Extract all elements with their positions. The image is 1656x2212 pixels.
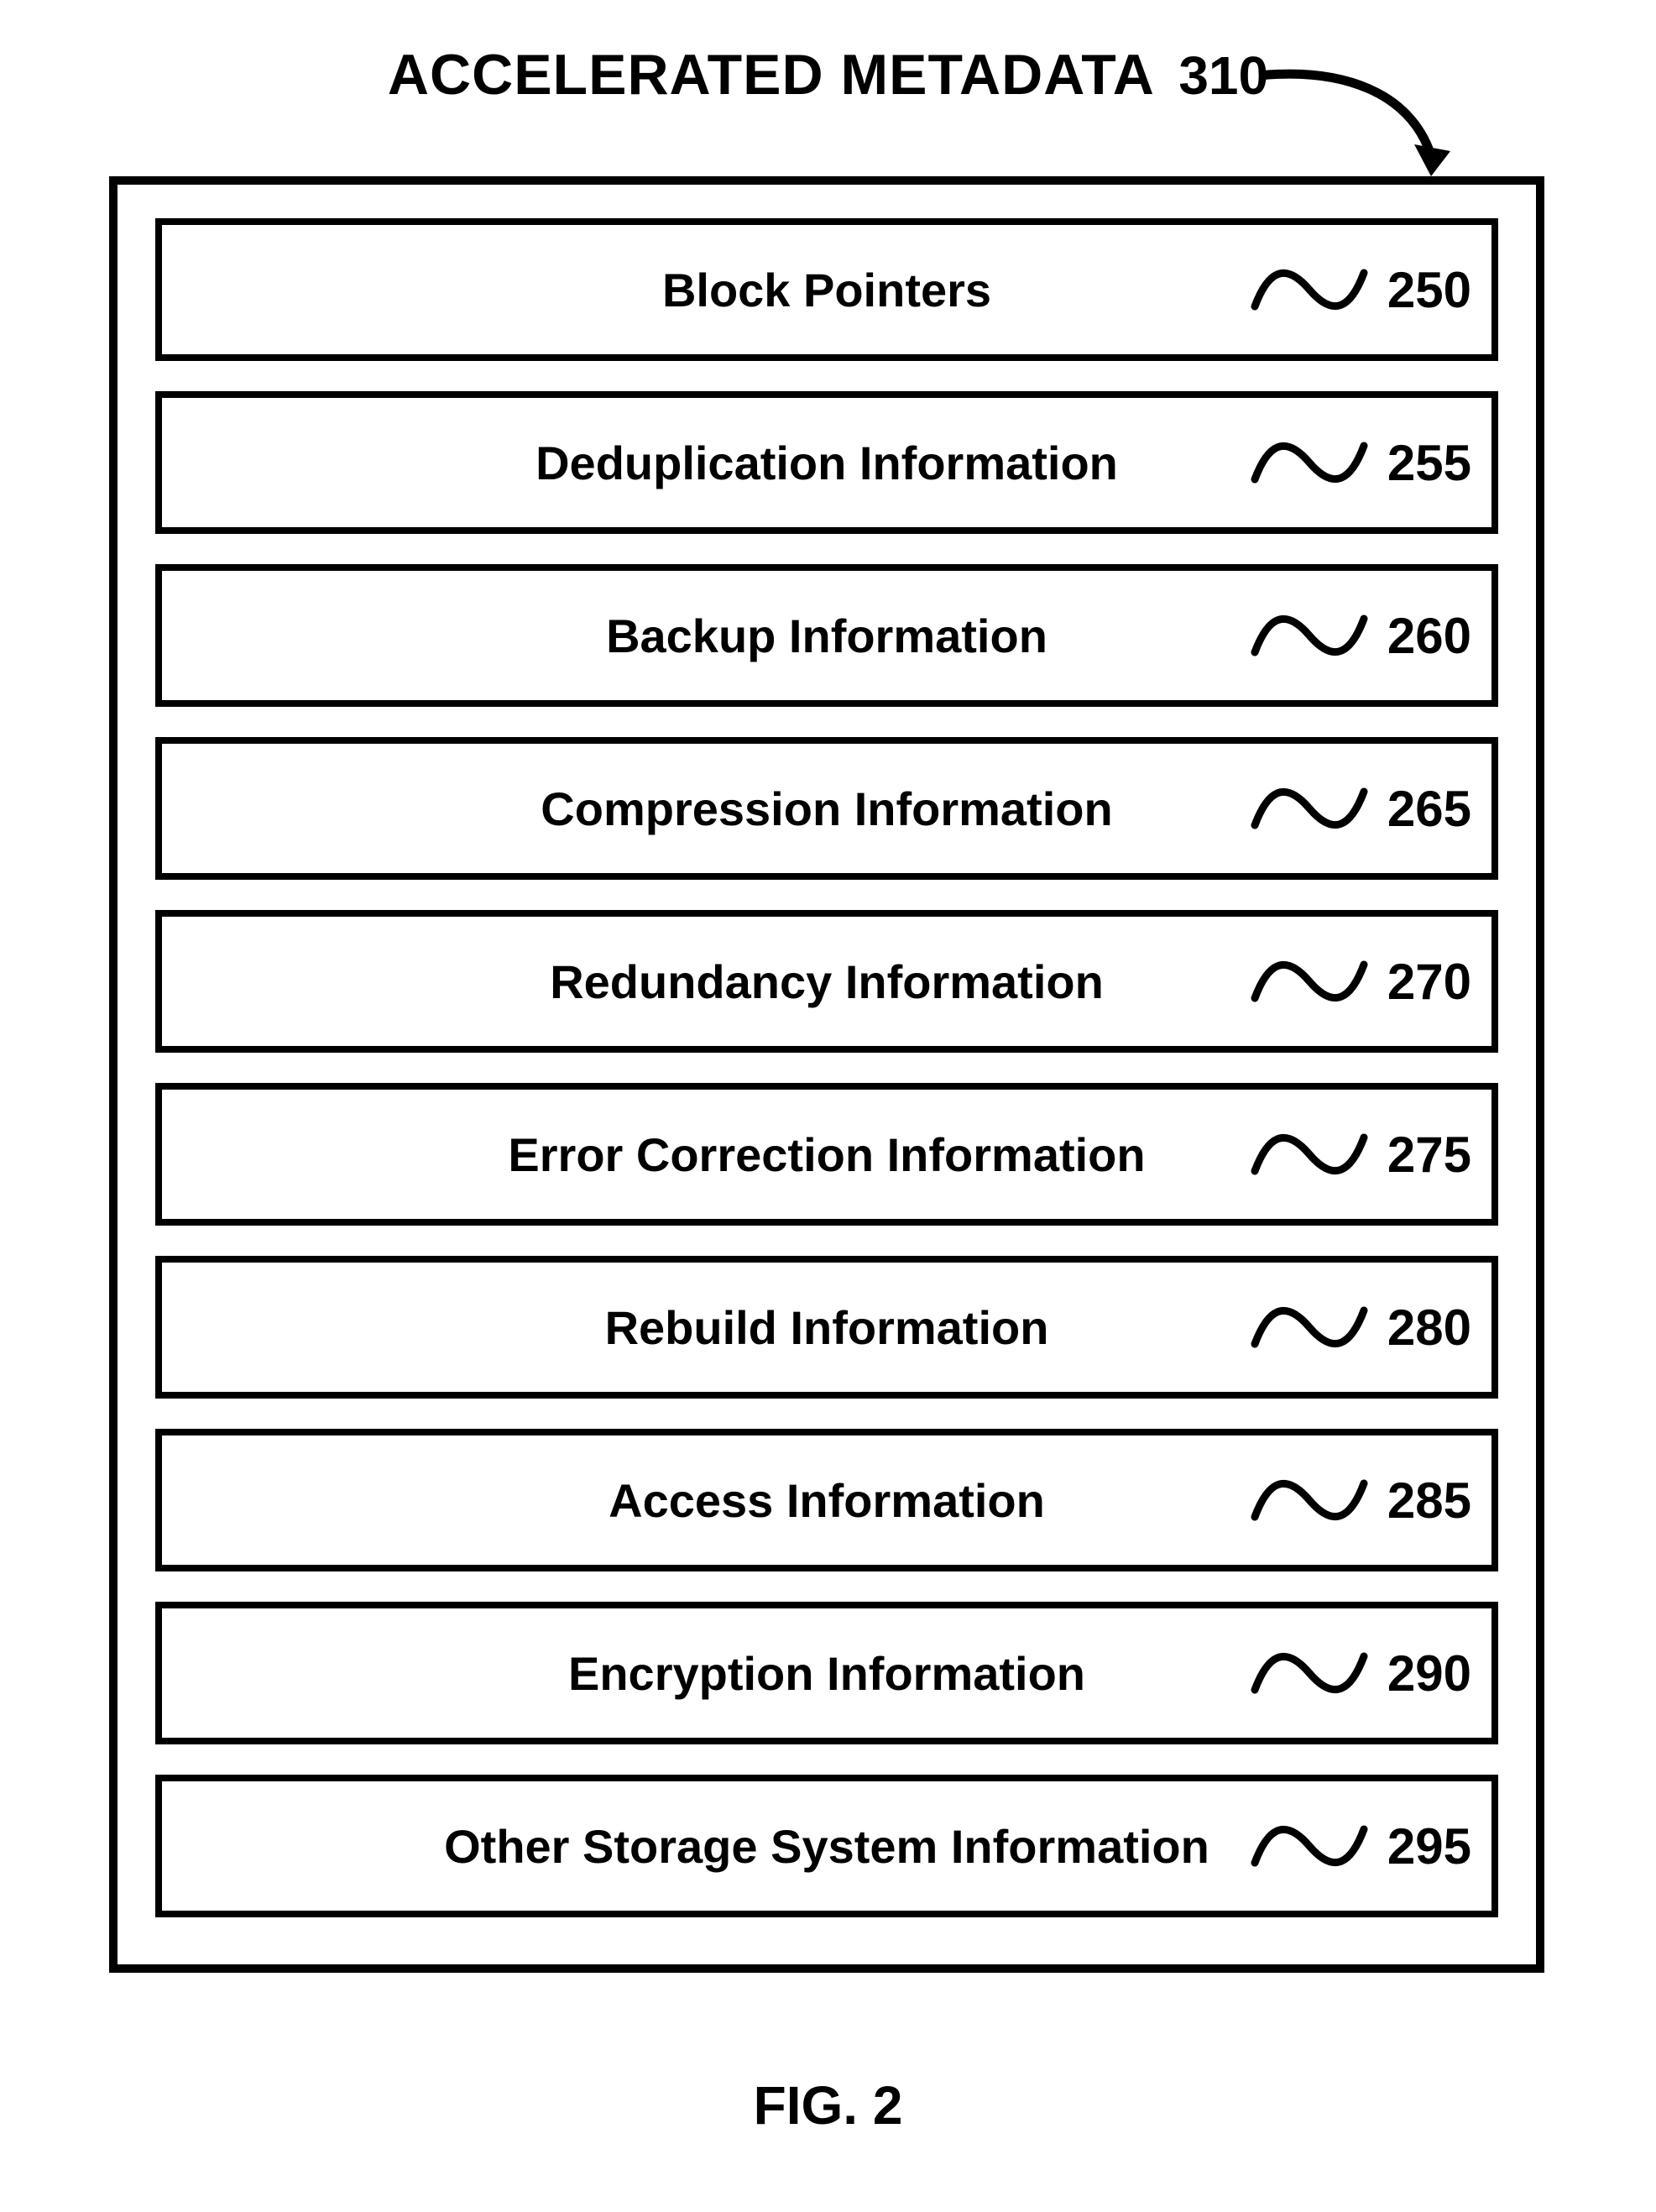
metadata-row-label: Backup Information <box>606 609 1047 663</box>
metadata-row-ref: 290 <box>1387 1645 1471 1702</box>
metadata-row-ref: 270 <box>1387 953 1471 1011</box>
metadata-row: Access Information 285 <box>155 1429 1498 1571</box>
metadata-row-ref-group: 250 <box>1246 248 1471 332</box>
metadata-row-label: Rebuild Information <box>605 1300 1049 1355</box>
metadata-row-ref-group: 290 <box>1246 1631 1471 1715</box>
metadata-row: Block Pointers 250 <box>155 218 1498 361</box>
metadata-row: Error Correction Information 275 <box>155 1083 1498 1226</box>
curly-brace-icon <box>1246 421 1372 505</box>
metadata-row: Redundancy Information 270 <box>155 910 1498 1053</box>
metadata-row-label: Compression Information <box>541 782 1112 836</box>
curly-brace-icon <box>1246 594 1372 677</box>
metadata-row-ref: 280 <box>1387 1299 1471 1357</box>
metadata-row: Other Storage System Information 295 <box>155 1775 1498 1917</box>
metadata-row: Compression Information 265 <box>155 737 1498 880</box>
curly-brace-icon <box>1246 248 1372 332</box>
metadata-container: Block Pointers 250 Deduplication Informa… <box>109 176 1544 1973</box>
metadata-row-label: Access Information <box>609 1473 1045 1528</box>
metadata-row-ref: 250 <box>1387 261 1471 319</box>
metadata-row-ref: 260 <box>1387 607 1471 665</box>
metadata-row-ref-group: 255 <box>1246 421 1471 505</box>
metadata-row-ref-group: 270 <box>1246 939 1471 1023</box>
curly-brace-icon <box>1246 939 1372 1023</box>
metadata-row-ref-group: 280 <box>1246 1285 1471 1369</box>
curly-brace-icon <box>1246 1112 1372 1196</box>
metadata-row-ref: 265 <box>1387 780 1471 838</box>
title-arrow-icon <box>1242 59 1460 193</box>
figure-caption: FIG. 2 <box>0 2074 1656 2136</box>
metadata-row-ref: 295 <box>1387 1817 1471 1875</box>
metadata-row-label: Deduplication Information <box>535 436 1118 490</box>
metadata-row-label: Other Storage System Information <box>444 1819 1209 1874</box>
metadata-row-label: Error Correction Information <box>508 1127 1145 1182</box>
curly-brace-icon <box>1246 1285 1372 1369</box>
curly-brace-icon <box>1246 1631 1372 1715</box>
diagram-title: ACCELERATED METADATA <box>388 42 1155 107</box>
metadata-row-ref: 285 <box>1387 1472 1471 1530</box>
metadata-row-label: Redundancy Information <box>550 954 1104 1009</box>
curly-brace-icon <box>1246 1458 1372 1542</box>
curly-brace-icon <box>1246 766 1372 850</box>
metadata-row-ref-group: 265 <box>1246 766 1471 850</box>
metadata-row-label: Block Pointers <box>662 263 991 317</box>
metadata-row-ref-group: 285 <box>1246 1458 1471 1542</box>
metadata-row: Encryption Information 290 <box>155 1602 1498 1744</box>
metadata-row-ref: 255 <box>1387 434 1471 492</box>
metadata-row-ref-group: 295 <box>1246 1804 1471 1888</box>
metadata-row: Backup Information 260 <box>155 564 1498 707</box>
curly-brace-icon <box>1246 1804 1372 1888</box>
metadata-row: Deduplication Information 255 <box>155 391 1498 534</box>
metadata-row: Rebuild Information 280 <box>155 1256 1498 1399</box>
metadata-row-ref-group: 260 <box>1246 594 1471 677</box>
metadata-row-ref: 275 <box>1387 1126 1471 1184</box>
metadata-row-ref-group: 275 <box>1246 1112 1471 1196</box>
metadata-row-label: Encryption Information <box>568 1646 1085 1701</box>
